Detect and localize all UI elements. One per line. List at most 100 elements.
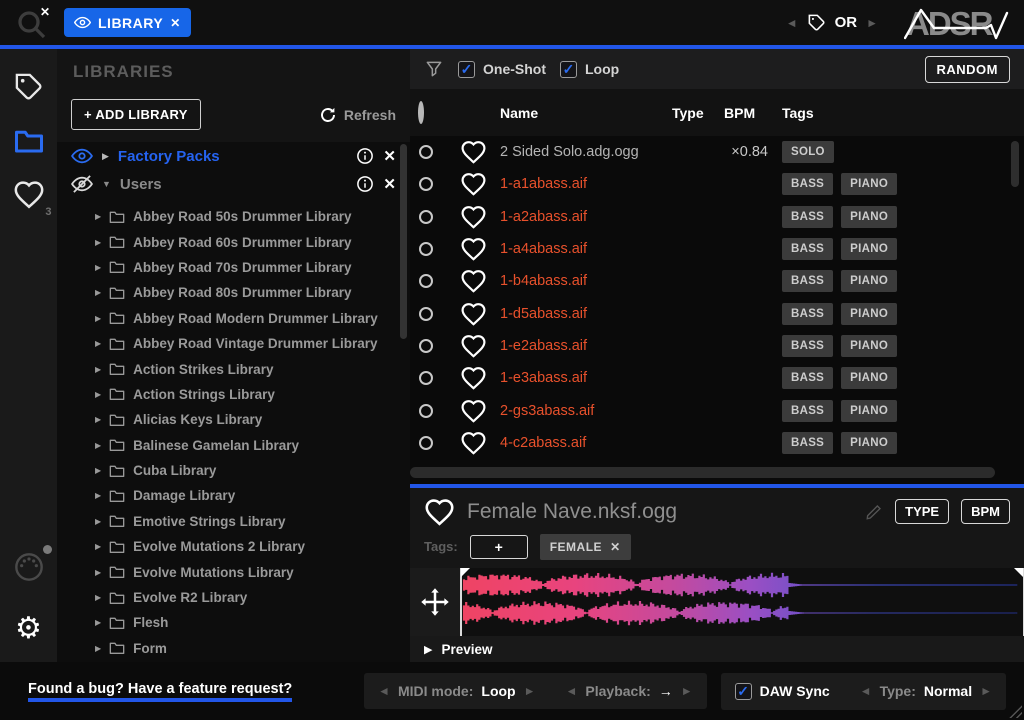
tag-chip[interactable]: PIANO: [841, 400, 897, 422]
expand-caret-icon[interactable]: ▶: [95, 441, 101, 450]
tag-chip[interactable]: PIANO: [841, 432, 897, 454]
sample-row[interactable]: 2 Sided Solo.adg.ogg ×0.84 SOLO: [410, 136, 1024, 168]
favorite-icon[interactable]: [460, 269, 487, 293]
next-arrow-icon[interactable]: ►: [980, 684, 992, 698]
sample-name[interactable]: 1-a2abass.aif: [500, 209, 587, 225]
random-button[interactable]: RANDOM: [925, 56, 1011, 83]
tag-chip[interactable]: SOLO: [782, 141, 834, 163]
select-radio[interactable]: [419, 145, 433, 159]
sample-name[interactable]: 1-e3abass.aif: [500, 370, 587, 386]
expand-caret-icon[interactable]: ▶: [95, 542, 101, 551]
chip-close-icon[interactable]: ✕: [170, 16, 181, 30]
column-tags[interactable]: Tags: [782, 105, 1024, 121]
library-tree-item[interactable]: ▶ Abbey Road 80s Drummer Library: [95, 280, 410, 305]
add-tag-button[interactable]: +: [470, 535, 528, 559]
expand-caret-icon[interactable]: ▶: [95, 288, 101, 297]
sample-row[interactable]: 1-a1abass.aif BASSPIANO: [410, 168, 1024, 200]
refresh-button[interactable]: Refresh: [319, 106, 396, 124]
library-tree-item[interactable]: ▶ Abbey Road 70s Drummer Library: [95, 255, 410, 280]
expand-caret-icon[interactable]: ▶: [95, 365, 101, 374]
sample-row[interactable]: 1-d5abass.aif BASS PIANO: [410, 297, 1024, 329]
tag-chip[interactable]: BASS: [782, 303, 833, 325]
library-root-name[interactable]: Users: [120, 176, 162, 193]
tag-chip[interactable]: BASS: [782, 335, 833, 357]
favorites-nav-icon[interactable]: [13, 180, 45, 209]
search-clear-icon[interactable]: ✕: [40, 5, 50, 19]
library-root-factory-packs[interactable]: ▶ Factory Packs ✕: [57, 142, 410, 170]
search-field[interactable]: ✕: [10, 3, 54, 43]
library-tree-item[interactable]: ▶ Emotive Strings Library: [95, 509, 410, 534]
tag-chip[interactable]: BASS: [782, 400, 833, 422]
sample-row[interactable]: 1-b4abass.aif BASSPIANO: [410, 265, 1024, 297]
favorite-icon[interactable]: [460, 431, 487, 455]
column-name[interactable]: Name: [500, 105, 672, 121]
column-bpm[interactable]: BPM: [724, 105, 782, 121]
tag-chip[interactable]: BASS: [782, 432, 833, 454]
favorite-icon[interactable]: [460, 302, 487, 326]
tag-chip[interactable]: PIANO: [841, 206, 897, 228]
library-tree-item[interactable]: ▶ Flesh: [95, 610, 410, 635]
prev-arrow-icon[interactable]: ◄: [860, 684, 872, 698]
tag-chip[interactable]: BASS: [782, 270, 833, 292]
next-arrow-icon[interactable]: ►: [524, 684, 536, 698]
library-tree-item[interactable]: ▶ Abbey Road 60s Drummer Library: [95, 229, 410, 254]
filter-funnel-icon[interactable]: [424, 59, 444, 79]
expand-caret-icon[interactable]: ▶: [95, 466, 101, 475]
expand-caret-icon[interactable]: ▶: [95, 491, 101, 500]
column-type[interactable]: Type: [672, 105, 724, 121]
select-radio[interactable]: [419, 339, 433, 353]
sample-row[interactable]: 1-e3abass.aif BASSPIANO: [410, 362, 1024, 394]
next-arrow-icon[interactable]: ►: [866, 16, 878, 30]
settings-gear-icon[interactable]: ⚙: [15, 614, 42, 644]
midi-nav-icon[interactable]: [13, 551, 45, 583]
select-radio[interactable]: [419, 371, 433, 385]
library-root-name[interactable]: Factory Packs: [118, 148, 220, 165]
info-icon[interactable]: [356, 175, 374, 193]
library-tree-item[interactable]: ▶ Damage Library: [95, 483, 410, 508]
next-arrow-icon[interactable]: ►: [681, 684, 693, 698]
tag-chip[interactable]: PIANO: [841, 335, 897, 357]
expand-caret-icon[interactable]: ▶: [95, 568, 101, 577]
add-library-button[interactable]: + ADD LIBRARY: [71, 99, 201, 130]
remove-library-icon[interactable]: ✕: [383, 175, 396, 193]
tags-nav-icon[interactable]: [13, 71, 44, 102]
oneshot-checkbox[interactable]: ✓: [458, 61, 475, 78]
sample-name[interactable]: 2-gs3abass.aif: [500, 403, 594, 419]
select-radio[interactable]: [419, 210, 433, 224]
library-root-users[interactable]: ▼ Users ✕: [57, 170, 410, 198]
sample-row[interactable]: 4-c2abass.aif BASSPIANO: [410, 427, 1024, 459]
tag-chip[interactable]: BASS: [782, 173, 833, 195]
tag-chip[interactable]: PIANO: [841, 303, 897, 325]
type-button[interactable]: TYPE: [895, 499, 949, 524]
library-tree-item[interactable]: ▶ Alicias Keys Library: [95, 407, 410, 432]
expand-caret-icon[interactable]: ▶: [95, 593, 101, 602]
select-radio[interactable]: [419, 404, 433, 418]
library-tree-item[interactable]: ▶ Abbey Road 50s Drummer Library: [95, 204, 410, 229]
visibility-off-icon[interactable]: [71, 175, 93, 193]
library-tree-item[interactable]: ▶ Form: [95, 636, 410, 661]
info-icon[interactable]: [356, 147, 374, 165]
expand-caret-icon[interactable]: ▶: [95, 314, 101, 323]
feedback-link[interactable]: Found a bug? Have a feature request?: [28, 681, 292, 702]
libraries-scrollbar[interactable]: [400, 144, 407, 339]
tag-chip[interactable]: BASS: [782, 367, 833, 389]
expand-caret-icon[interactable]: ▶: [95, 212, 101, 221]
expand-caret-icon[interactable]: ▶: [95, 644, 101, 653]
sample-row[interactable]: 1-a4abass.aif BASSPIANO: [410, 233, 1024, 265]
prev-arrow-icon[interactable]: ◄: [378, 684, 390, 698]
preview-expand-icon[interactable]: ▶: [424, 643, 432, 656]
daw-sync-checkbox[interactable]: ✓: [735, 683, 752, 700]
horizontal-scrollbar[interactable]: [410, 467, 995, 478]
loop-checkbox[interactable]: ✓: [560, 61, 577, 78]
sample-name[interactable]: 1-b4abass.aif: [500, 273, 587, 289]
expand-caret-icon[interactable]: ▶: [95, 618, 101, 627]
preview-bar[interactable]: ▶ Preview: [410, 636, 1024, 662]
select-radio[interactable]: [419, 274, 433, 288]
favorite-icon[interactable]: [424, 498, 455, 526]
sample-name[interactable]: 1-d5abass.aif: [500, 306, 587, 322]
library-filter-chip[interactable]: LIBRARY ✕: [64, 8, 191, 37]
library-tree-item[interactable]: ▶ Balinese Gamelan Library: [95, 433, 410, 458]
favorite-icon[interactable]: [460, 140, 487, 164]
vertical-scrollbar[interactable]: [1011, 141, 1019, 187]
select-radio[interactable]: [419, 307, 433, 321]
